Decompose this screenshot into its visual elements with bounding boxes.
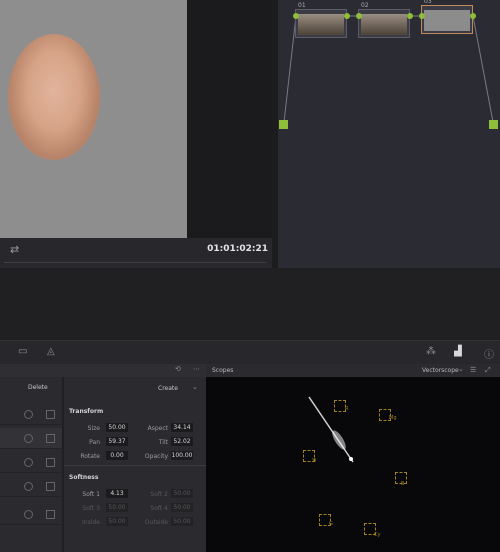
create-button[interactable]: Create <box>158 385 178 392</box>
window-tool-icon[interactable]: ▭ <box>18 346 27 357</box>
outside-field[interactable]: 50.00 <box>171 517 193 526</box>
node-editor: 01 02 03 <box>278 0 500 268</box>
node-02[interactable]: 02 <box>358 2 410 38</box>
square-window-icon[interactable] <box>46 434 55 443</box>
source-input-port[interactable] <box>279 120 288 129</box>
list-item[interactable] <box>0 452 62 473</box>
aspect-field[interactable]: 34.14 <box>171 423 193 432</box>
node-port[interactable] <box>419 13 425 19</box>
scopes-header: Scopes Vectorscope ⌄ ☰ ⤢ <box>206 364 500 377</box>
soft4-label: Soft 4 <box>150 505 168 512</box>
size-field[interactable]: 50.00 <box>106 423 128 432</box>
node-thumbnail <box>424 10 470 31</box>
node-port[interactable] <box>344 13 350 19</box>
node-label: 03 <box>424 0 432 5</box>
size-label: Size <box>87 425 100 432</box>
soft1-label: Soft 1 <box>82 491 100 498</box>
soft2-label: Soft 2 <box>150 491 168 498</box>
scopes-icon[interactable]: ▟ <box>454 346 462 357</box>
reset-icon[interactable]: ⟲ <box>175 365 181 373</box>
timeline-area <box>0 268 500 340</box>
node-03[interactable]: 03 <box>421 0 473 34</box>
pan-label: Pan <box>89 439 100 446</box>
vectorscope-trace <box>308 396 354 463</box>
transform-title: Transform <box>69 408 104 415</box>
scopes-panel: R Mg Yl B G Cy <box>206 364 500 552</box>
square-window-icon[interactable] <box>46 458 55 467</box>
opacity-field[interactable]: 100.00 <box>171 451 193 460</box>
square-window-icon[interactable] <box>46 410 55 419</box>
soft2-field[interactable]: 50.00 <box>171 489 193 498</box>
info-icon[interactable]: ⓘ <box>484 346 494 361</box>
visibility-icon[interactable] <box>24 410 33 419</box>
aspect-label: Aspect <box>147 425 168 432</box>
tilt-label: Tilt <box>158 439 168 446</box>
node-thumbnail <box>361 14 407 35</box>
softness-title: Softness <box>69 474 99 481</box>
list-item[interactable] <box>0 504 62 525</box>
list-item[interactable] <box>0 428 62 449</box>
visibility-icon[interactable] <box>24 510 33 519</box>
visibility-icon[interactable] <box>24 458 33 467</box>
color-match-icon[interactable]: ⁂ <box>426 346 436 357</box>
scopes-title: Scopes <box>212 367 234 374</box>
viewer <box>0 0 187 238</box>
settings-icon[interactable]: ☰ <box>470 366 476 374</box>
node-label: 02 <box>361 2 369 9</box>
tilt-field[interactable]: 52.02 <box>171 437 193 446</box>
node-port[interactable] <box>470 13 476 19</box>
target-label: Cy <box>374 532 381 538</box>
node-port[interactable] <box>293 13 299 19</box>
divider <box>64 465 206 466</box>
list-item[interactable] <box>0 404 62 425</box>
target-label: Yl <box>312 458 317 464</box>
palette-toolbar: ▭ ◬ ⁂ ▟ ⓘ <box>0 340 500 365</box>
chevron-down-icon[interactable]: ⌄ <box>458 365 464 373</box>
visibility-icon[interactable] <box>24 434 33 443</box>
opacity-label: Opacity <box>144 453 168 460</box>
node-01[interactable]: 01 <box>295 2 347 38</box>
list-item[interactable] <box>0 476 62 497</box>
window-list: Delete <box>0 364 62 552</box>
target-label: G <box>329 521 333 527</box>
target-label: R <box>345 406 349 412</box>
expand-icon[interactable]: ⤢ <box>485 366 491 375</box>
soft3-label: Soft 3 <box>82 505 100 512</box>
tracker-icon[interactable]: ◬ <box>47 346 55 357</box>
inside-field[interactable]: 50.00 <box>106 517 128 526</box>
palette-header: ⟲ ⋯ <box>0 364 206 377</box>
node-label: 01 <box>298 2 306 9</box>
window-controls: Create ⌄ Transform Size 50.00 Aspect 34.… <box>63 364 206 552</box>
outside-label: Outside <box>144 519 168 526</box>
delete-button[interactable]: Delete <box>28 384 48 391</box>
node-connections <box>283 15 494 123</box>
square-window-icon[interactable] <box>46 510 55 519</box>
viewer-background <box>187 0 272 238</box>
inside-label: Inside <box>82 519 100 526</box>
soft3-field[interactable]: 50.00 <box>106 503 128 512</box>
target-label: Mg <box>389 415 397 421</box>
target-label: B <box>401 481 405 487</box>
visibility-icon[interactable] <box>24 482 33 491</box>
node-thumbnail <box>298 14 344 35</box>
more-options-icon[interactable]: ⋯ <box>193 365 200 373</box>
scope-mode-dropdown[interactable]: Vectorscope <box>422 367 459 374</box>
scrubber-line[interactable] <box>4 262 266 263</box>
square-window-icon[interactable] <box>46 482 55 491</box>
output-port[interactable] <box>489 120 498 129</box>
node-port[interactable] <box>356 13 362 19</box>
soft1-field[interactable]: 4.13 <box>106 489 128 498</box>
soft4-field[interactable]: 50.00 <box>171 503 193 512</box>
rotate-field[interactable]: 0.00 <box>106 451 128 460</box>
timecode-display: 01:01:02:21 <box>207 244 268 254</box>
loop-icon[interactable]: ⇄ <box>10 243 19 256</box>
pan-field[interactable]: 59.37 <box>106 437 128 446</box>
rotate-label: Rotate <box>80 453 100 460</box>
node-port[interactable] <box>407 13 413 19</box>
chevron-down-icon[interactable]: ⌄ <box>192 383 198 391</box>
masked-face-image <box>8 34 100 160</box>
